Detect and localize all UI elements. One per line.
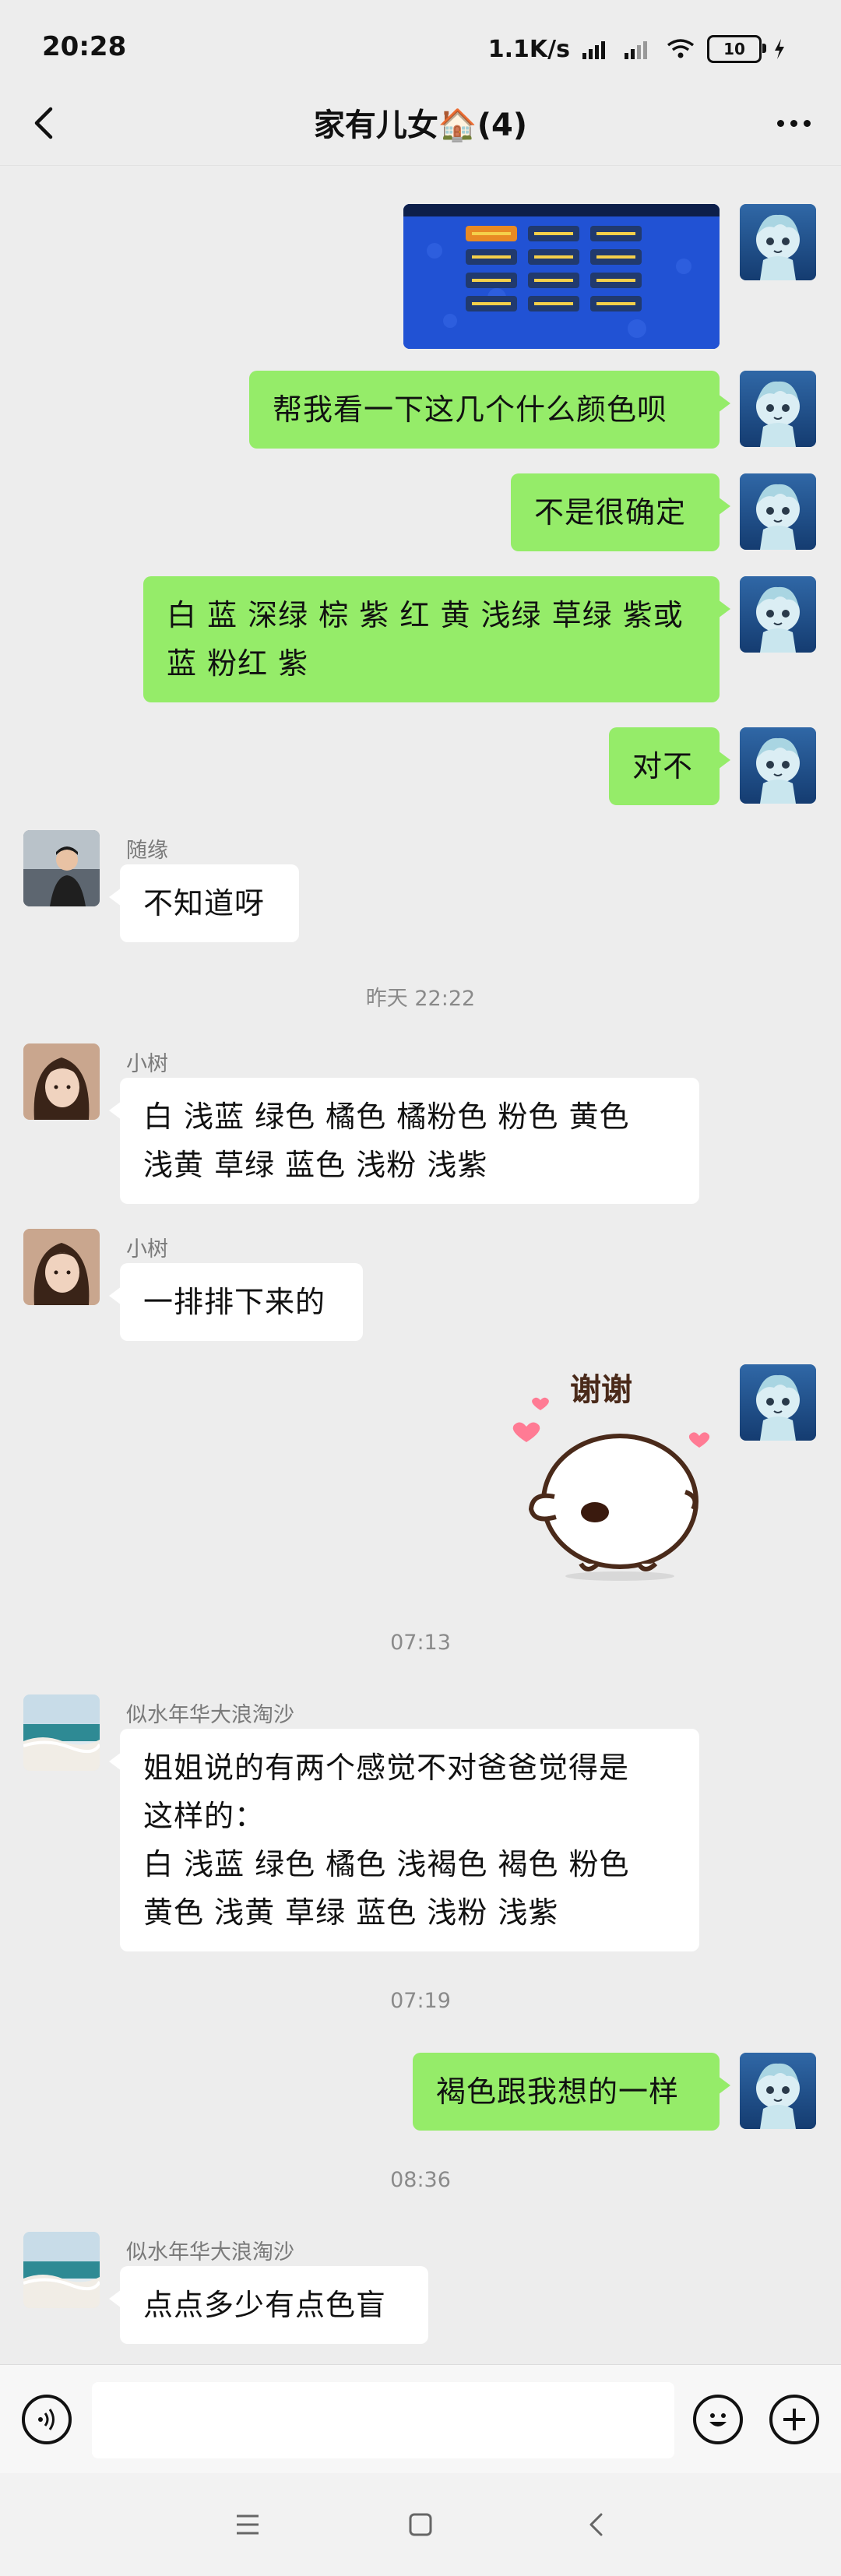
- my-avatar[interactable]: [740, 371, 816, 447]
- sender-name: 小树: [126, 1052, 168, 1076]
- avatar-xiaoshu[interactable]: [23, 1043, 100, 1120]
- message-input[interactable]: [92, 2382, 674, 2458]
- system-navigation-bar: [0, 2473, 841, 2576]
- my-avatar[interactable]: [740, 2053, 816, 2129]
- menu-icon: [237, 2514, 259, 2535]
- my-avatar[interactable]: [740, 576, 816, 653]
- avatar-suiyuan[interactable]: [23, 830, 100, 906]
- sender-name: 小树: [126, 1237, 168, 1262]
- my-avatar[interactable]: [740, 727, 816, 804]
- back-triangle-icon: [589, 2513, 603, 2536]
- message-bubble-sent[interactable]: 白 蓝 深绿 棕 紫 红 黄 浅绿 草绿 紫或 蓝 粉红 紫: [143, 576, 730, 702]
- my-avatar[interactable]: [740, 204, 816, 280]
- more-functions-button[interactable]: [769, 2395, 819, 2444]
- voice-button[interactable]: [22, 2395, 72, 2444]
- message-text: 不是很确定: [534, 495, 687, 530]
- message-bubble-received[interactable]: 不知道呀: [109, 864, 299, 942]
- message-bubble-sent[interactable]: 不是很确定: [511, 473, 730, 551]
- emoji-button[interactable]: [693, 2395, 743, 2444]
- signal-icon-2: [623, 37, 654, 61]
- more-dot: [803, 119, 811, 127]
- sticker-text: 谢谢: [570, 1372, 632, 1408]
- message-bubble-received[interactable]: 点点多少有点色盲: [109, 2266, 428, 2344]
- message-text: 黄色 浅黄 草绿 蓝色 浅粉 浅紫: [143, 1895, 559, 1930]
- back-nav-button[interactable]: [573, 2501, 620, 2548]
- message-text: 这样的：: [143, 1799, 266, 1833]
- menu-nav-button[interactable]: [224, 2501, 271, 2548]
- message-bubble-received[interactable]: 一排排下来的: [109, 1263, 363, 1341]
- battery-icon: 10: [707, 35, 766, 63]
- network-speed: 1.1K/s: [487, 35, 570, 63]
- more-dot: [790, 119, 797, 127]
- message-bubble-received[interactable]: 白 浅蓝 绿色 橘色 橘粉色 粉色 黄色 浅黄 草绿 蓝色 浅粉 浅紫: [109, 1078, 699, 1204]
- message-text: 姐姐说的有两个感觉不对爸爸觉得是: [143, 1751, 630, 1785]
- game-screenshot-image: [403, 204, 720, 349]
- timestamp: 07:13: [390, 1631, 451, 1655]
- message-text: 对不: [632, 749, 694, 783]
- avatar-sishuinianhua[interactable]: [23, 2232, 100, 2308]
- message-text: 浅黄 草绿 蓝色 浅粉 浅紫: [143, 1148, 488, 1182]
- wifi-icon: [665, 37, 696, 61]
- message-text: 白 蓝 深绿 棕 紫 红 黄 浅绿 草绿 紫或: [167, 598, 684, 632]
- sender-name: 似水年华大浪淘沙: [126, 2240, 294, 2265]
- message-text: 蓝 粉红 紫: [167, 646, 309, 681]
- timestamp: 08:36: [390, 2168, 451, 2192]
- charging-icon: [772, 37, 786, 61]
- message-bubble-sent[interactable]: 褐色跟我想的一样: [413, 2053, 730, 2131]
- signal-icon: [581, 37, 612, 61]
- message-bubble-sent[interactable]: 帮我看一下这几个什么颜色呗: [249, 371, 730, 449]
- input-bar: [0, 2364, 841, 2474]
- image-message[interactable]: [403, 204, 720, 349]
- home-square-icon: [409, 2513, 432, 2536]
- message-text: 褐色跟我想的一样: [436, 2075, 680, 2109]
- message-bubble-received[interactable]: 姐姐说的有两个感觉不对爸爸觉得是 这样的： 白 浅蓝 绿色 橘色 浅褐色 褐色 …: [109, 1729, 699, 1951]
- avatar-xiaoshu[interactable]: [23, 1229, 100, 1305]
- sender-name: 随缘: [126, 839, 168, 863]
- my-avatar[interactable]: [740, 473, 816, 550]
- plus-icon: [783, 2409, 805, 2430]
- message-text: 点点多少有点色盲: [143, 2288, 387, 2322]
- status-indicators: 1.1K/s 10: [488, 30, 786, 69]
- voice-icon: [38, 2409, 55, 2430]
- message-text: 白 浅蓝 绿色 橘色 橘粉色 粉色 黄色: [143, 1100, 630, 1134]
- battery-level: 10: [723, 40, 745, 58]
- smile-icon: [709, 2413, 727, 2426]
- timestamp: 昨天 22:22: [365, 987, 476, 1011]
- home-nav-button[interactable]: [397, 2501, 444, 2548]
- message-text: 不知道呀: [143, 886, 266, 920]
- status-time: 20:28: [42, 31, 127, 62]
- message-text: 一排排下来的: [143, 1285, 326, 1319]
- sticker-message[interactable]: 谢谢: [495, 1360, 721, 1593]
- my-avatar[interactable]: [740, 1364, 816, 1441]
- chat-title: 家有儿女🏠(4): [313, 107, 528, 143]
- message-bubble-sent[interactable]: 对不: [609, 727, 730, 805]
- more-dot: [776, 119, 784, 127]
- more-options-button[interactable]: [766, 100, 821, 146]
- timestamp: 07:19: [390, 1989, 451, 2013]
- chat-header: 家有儿女🏠(4): [0, 78, 841, 166]
- avatar-sishuinianhua[interactable]: [23, 1694, 100, 1771]
- message-text: 帮我看一下这几个什么颜色呗: [273, 392, 668, 427]
- sender-name: 似水年华大浪淘沙: [126, 1703, 294, 1727]
- message-text: 白 浅蓝 绿色 橘色 浅褐色 褐色 粉色: [143, 1847, 630, 1881]
